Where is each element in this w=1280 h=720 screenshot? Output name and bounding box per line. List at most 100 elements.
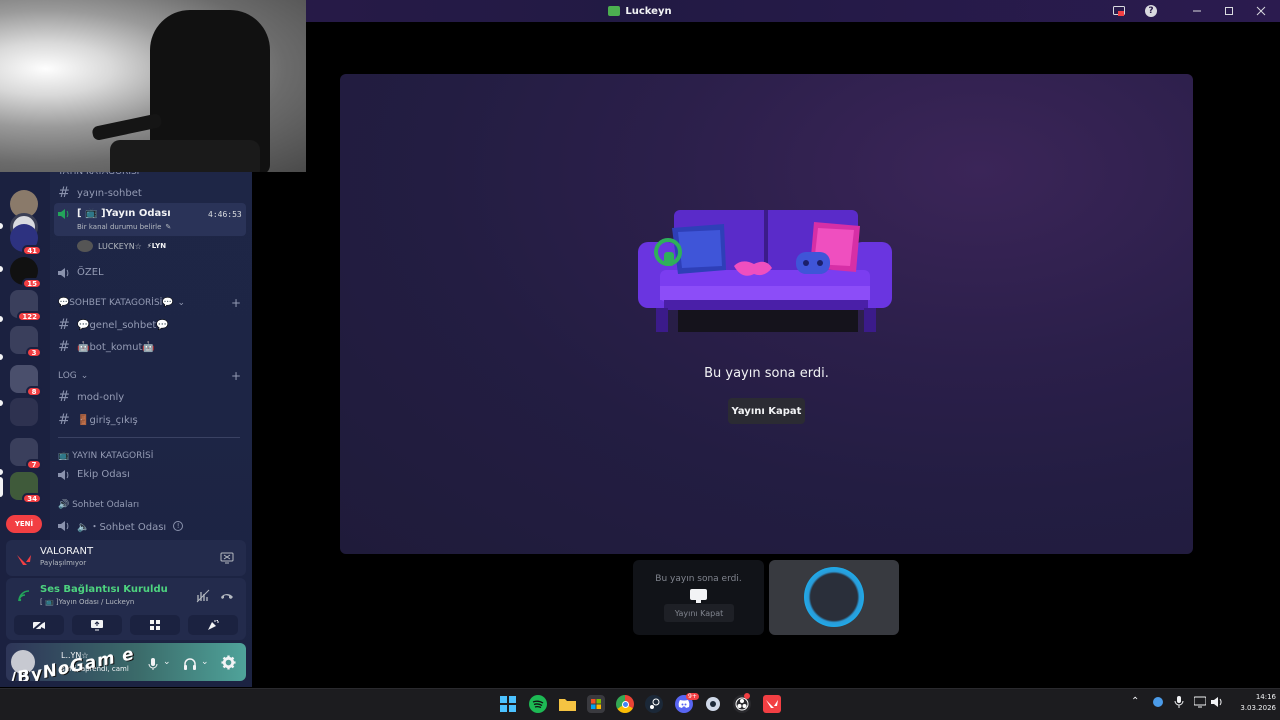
server-folder-icon[interactable]: 34 (10, 472, 42, 504)
window-title-wrap: Luckeyn (608, 5, 672, 17)
steam-deck-icon[interactable] (704, 695, 722, 713)
server-icon[interactable]: 41 (10, 224, 42, 256)
chair-seat (110, 140, 260, 172)
server-folder-icon[interactable]: 8 (10, 365, 42, 397)
headphones-icon[interactable] (183, 656, 197, 670)
screen-share-button[interactable] (72, 615, 122, 635)
tray-overflow-icon[interactable]: ⌃ (1131, 696, 1139, 707)
discord-badge: 9+ (686, 693, 699, 700)
participant-tile[interactable] (769, 560, 899, 635)
spotify-icon[interactable] (529, 695, 547, 713)
category-log[interactable]: LOG ⌄ (58, 371, 88, 381)
minimize-button[interactable] (1186, 2, 1208, 20)
hash-icon: # (58, 412, 70, 428)
tile-close-button[interactable]: Yayını Kapat (664, 604, 734, 622)
chevron-down-icon: ⌄ (177, 298, 186, 308)
voice-subtitle[interactable]: [ 📺 ]Yayın Odası / Luckeyn (40, 598, 134, 606)
signal-icon[interactable] (17, 588, 31, 602)
new-badge[interactable]: YENİ (6, 515, 42, 533)
server-folder-icon[interactable]: 3 (10, 326, 42, 358)
monitor-icon (690, 588, 707, 603)
unread-badge: 3 (26, 347, 42, 358)
gear-icon[interactable] (221, 655, 236, 670)
server-icon[interactable]: 15 (10, 257, 42, 289)
network-icon[interactable] (1193, 696, 1207, 711)
volume-icon[interactable] (1211, 696, 1223, 711)
channel-status-row[interactable]: Bir kanal durumu belirle ✎ (77, 223, 171, 231)
user-name: L..YN☆ (61, 651, 89, 660)
inbox-icon[interactable] (1108, 2, 1130, 20)
add-channel-icon[interactable]: + (231, 296, 241, 310)
microphone-icon[interactable] (146, 656, 160, 670)
user-status: sufri, aprendi, caml (61, 665, 129, 673)
channel-yayin-odasi-label-row: [ 📺 ]Yayın Odası (58, 208, 171, 219)
voice-member[interactable]: LUCKEYN☆ ⚡LYN (77, 240, 166, 252)
channel-label: ÖZEL (77, 267, 104, 278)
help-button[interactable]: ? (1140, 2, 1162, 20)
channel-bot-komut[interactable]: # 🤖bot_komut🤖 (58, 339, 155, 355)
disconnect-icon[interactable] (220, 588, 234, 602)
hash-icon: # (58, 185, 70, 201)
category-label: LOG (58, 371, 77, 381)
channel-sohbet-odasi[interactable]: 🔈・Sohbet Odası ! (58, 518, 184, 533)
user-panel: /ByNoGam e L..YN☆ sufri, aprendi, caml ⌄… (6, 643, 246, 681)
activity-status: Paylaşılmıyor (40, 559, 87, 567)
activity-game: VALORANT (40, 546, 94, 557)
stream-stage (340, 74, 1193, 554)
camera-off-icon (32, 619, 46, 631)
close-window-button[interactable] (1250, 2, 1272, 20)
steam-icon[interactable] (645, 695, 663, 713)
chevron-down-icon[interactable]: ⌄ (163, 657, 171, 667)
stream-ended-text: Bu yayın sona erdi. (704, 366, 829, 381)
close-stream-button[interactable]: Yayını Kapat (728, 398, 805, 424)
channel-ozel[interactable]: ÖZEL (58, 267, 104, 278)
channel-label: 🔈・Sohbet Odası (77, 522, 167, 533)
share-screen-icon[interactable] (220, 550, 234, 564)
unread-badge: 15 (22, 278, 42, 289)
category-yayin-2[interactable]: 📺 YAYIN KATAGORİSİ (58, 451, 153, 461)
speaker-icon (58, 267, 70, 278)
hash-icon: # (58, 389, 70, 405)
noise-suppression-icon[interactable] (196, 588, 210, 603)
stream-tile[interactable]: Bu yayın sona erdi. Yayını Kapat (633, 560, 764, 635)
windows-start-icon[interactable] (499, 695, 517, 713)
member-tag: ⚡LYN (146, 242, 167, 250)
server-folder-icon[interactable]: 7 (10, 438, 42, 470)
voice-title: Ses Bağlantısı Kuruldu (40, 584, 168, 595)
maximize-button[interactable] (1218, 2, 1240, 20)
activities-button[interactable] (130, 615, 180, 635)
avatar (77, 240, 93, 252)
unread-badge: 34 (22, 493, 42, 504)
discord-icon[interactable]: 9+ (675, 693, 699, 713)
chrome-icon[interactable] (616, 695, 634, 713)
screen-share-icon (91, 620, 103, 631)
channel-giris-cikis[interactable]: # 🚪giriş_çıkış (58, 412, 138, 428)
member-name: LUCKEYN☆ (98, 241, 142, 251)
channel-genel-sohbet[interactable]: # 💬genel_sohbet💬 (58, 317, 169, 333)
server-folder-icon[interactable]: 122 (10, 290, 42, 322)
chrome-center (621, 700, 629, 708)
obs-icon[interactable] (733, 693, 751, 713)
chevron-down-icon[interactable]: ⌄ (201, 657, 209, 667)
window-title: Luckeyn (625, 5, 672, 17)
add-channel-icon[interactable]: + (231, 369, 241, 383)
category-sohbet[interactable]: 💬SOHBET KATAGORİSİ💬 ⌄ (58, 298, 185, 308)
camera-off-button[interactable] (14, 615, 64, 635)
soundboard-icon (208, 620, 219, 630)
store-icon[interactable] (587, 695, 605, 713)
channel-mod-only[interactable]: # mod-only (58, 389, 124, 405)
activities-icon (150, 620, 160, 630)
microphone-tray-icon[interactable] (1174, 696, 1184, 711)
soundboard-button[interactable] (188, 615, 238, 635)
server-icon[interactable] (10, 398, 38, 426)
channel-label: mod-only (77, 391, 125, 403)
category-label: 💬SOHBET KATAGORİSİ💬 (58, 298, 174, 308)
clock[interactable]: 14:16 3.03.2026 (1226, 692, 1276, 714)
speaker-icon (58, 520, 70, 531)
valorant-taskbar-icon[interactable] (763, 695, 781, 713)
category-sohbet-odalari[interactable]: 🔊 Sohbet Odaları (58, 500, 139, 510)
file-explorer-icon[interactable] (558, 695, 576, 713)
steam-tray-icon[interactable] (1152, 696, 1164, 711)
channel-yayin-sohbet[interactable]: # yayın-sohbet (58, 185, 142, 201)
channel-ekip-odasi[interactable]: Ekip Odası (58, 469, 130, 480)
